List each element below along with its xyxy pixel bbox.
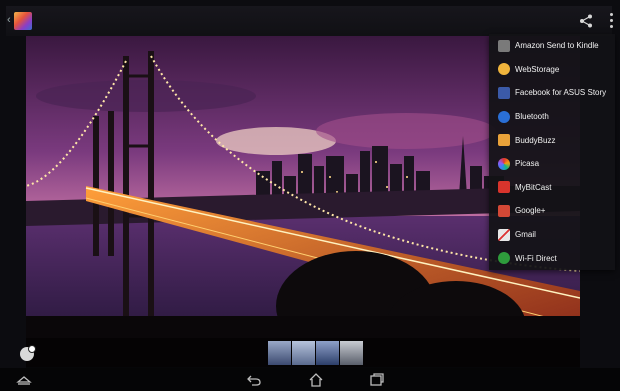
system-navigation-bar — [0, 368, 620, 391]
edit-photo-icon[interactable] — [20, 345, 36, 361]
facebook-story-icon — [498, 86, 510, 99]
share-menu-item[interactable]: Amazon Send to Kindle — [489, 34, 615, 58]
picasa-icon — [498, 157, 510, 170]
filmstrip — [268, 341, 363, 365]
share-menu-item-label: Google+ — [515, 206, 546, 216]
share-menu: Amazon Send to Kindle WebStorage Faceboo… — [489, 34, 615, 270]
share-menu-item[interactable]: Bluetooth — [489, 105, 615, 129]
share-menu-item[interactable]: Wi-Fi Direct — [489, 246, 615, 270]
share-menu-item[interactable]: WebStorage — [489, 58, 615, 82]
share-menu-item-label: Picasa — [515, 159, 540, 169]
mybitcast-icon — [498, 181, 510, 194]
share-menu-item[interactable]: Google+ — [489, 199, 615, 223]
share-menu-item-label: BuddyBuzz — [515, 135, 556, 145]
menu-icon[interactable] — [16, 372, 32, 387]
share-icon[interactable] — [579, 14, 593, 28]
share-menu-item-label: WebStorage — [515, 64, 560, 74]
share-menu-item[interactable]: Picasa — [489, 152, 615, 176]
share-menu-item[interactable]: Facebook for ASUS Story — [489, 81, 615, 105]
action-bar: ‹ — [6, 6, 614, 36]
share-menu-item-label: Bluetooth — [515, 112, 549, 122]
webstorage-icon — [498, 63, 510, 76]
bluetooth-icon — [498, 110, 510, 123]
photo-thumbnail[interactable] — [292, 341, 315, 365]
buddybuzz-icon — [498, 134, 510, 147]
wifi-direct-icon — [498, 252, 510, 265]
share-menu-item-label: Wi-Fi Direct — [515, 253, 557, 263]
share-menu-item-label: Gmail — [515, 230, 536, 240]
kindle-icon — [498, 39, 510, 52]
share-menu-item[interactable]: MyBitCast — [489, 176, 615, 200]
recent-apps-icon[interactable] — [369, 372, 385, 387]
home-icon[interactable] — [308, 372, 324, 387]
share-menu-item[interactable]: BuddyBuzz — [489, 128, 615, 152]
gallery-screen: ‹ Amazon Send to Kindle WebStorage Faceb… — [0, 0, 620, 391]
google-plus-icon — [498, 204, 510, 217]
share-menu-item-label: Amazon Send to Kindle — [515, 41, 599, 51]
up-chevron-icon[interactable]: ‹ — [7, 14, 11, 26]
photo-thumbnail[interactable] — [268, 341, 291, 365]
overflow-menu-icon[interactable] — [610, 13, 614, 29]
share-menu-item-label: MyBitCast — [515, 182, 552, 192]
share-menu-item[interactable]: Gmail — [489, 223, 615, 247]
back-icon[interactable] — [246, 372, 262, 387]
gmail-icon — [498, 228, 510, 241]
photo-thumbnail[interactable] — [316, 341, 339, 365]
gallery-app-icon[interactable] — [14, 12, 32, 30]
photo-thumbnail[interactable] — [340, 341, 363, 365]
share-menu-item-label: Facebook for ASUS Story — [515, 88, 607, 98]
